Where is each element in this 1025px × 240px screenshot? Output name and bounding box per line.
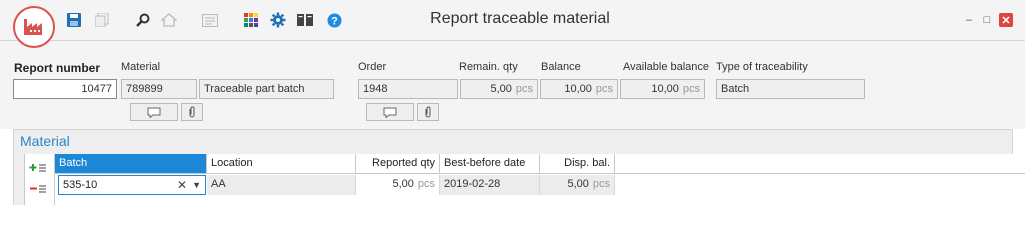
available-balance-field: 10,00 pcs [620,79,705,99]
minimize-button[interactable]: – [962,13,976,27]
order-label: Order [358,61,387,73]
remain-qty-value: 5,00 [490,83,512,95]
restore-button[interactable]: □ [980,13,994,27]
disp-bal-cell: 5,00 pcs [540,175,615,195]
batch-combobox[interactable]: 535-10 ✕ ▼ [58,175,206,195]
report-number-field[interactable]: 10477 [13,79,117,99]
material-comment-button[interactable] [130,103,178,121]
balance-field: 10,00 pcs [540,79,618,99]
remain-qty-label: Remain. qty [459,61,518,73]
disp-bal-value: 5,00 [567,178,589,190]
add-row-icon[interactable] [29,162,47,177]
comment-icon [383,107,397,118]
unit-label: pcs [417,178,435,190]
home-icon [161,12,177,28]
close-button[interactable]: ✕ [999,13,1013,27]
order-field[interactable]: 1948 [358,79,458,99]
column-header-reported-qty[interactable]: Reported qty [356,154,440,174]
unit-label: pcs [515,83,533,95]
column-header-location[interactable]: Location [207,154,356,174]
column-header-batch[interactable]: Batch [55,154,207,174]
save-icon[interactable] [66,12,82,28]
unit-label: pcs [592,178,610,190]
material-code-field[interactable]: 789899 [121,79,197,99]
location-cell[interactable]: AA [207,175,356,195]
unit-label: pcs [682,83,700,95]
window-title: Report traceable material [430,10,610,27]
unit-label: pcs [595,83,613,95]
chevron-down-icon[interactable]: ▼ [192,176,201,194]
column-header-disp-bal[interactable]: Disp. bal. [540,154,615,174]
attachment-icon [425,106,431,118]
column-header-best-before[interactable]: Best-before date [440,154,540,174]
material-name-field: Traceable part batch [199,79,334,99]
material-panel-title: Material [20,133,70,149]
traceability-field: Batch [716,79,865,99]
balance-value: 10,00 [564,83,592,95]
copy-icon [94,12,110,28]
search-icon[interactable] [135,12,151,28]
column-header-filler [615,154,1025,174]
available-balance-label: Available balance [623,61,710,73]
order-comment-button[interactable] [366,103,414,121]
settings-icon[interactable] [270,12,286,28]
row-tools [24,154,55,205]
comment-icon [147,107,161,118]
balance-label: Balance [541,61,581,73]
best-before-cell[interactable]: 2019-02-28 [440,175,540,195]
factory-icon[interactable] [13,6,55,48]
material-label: Material [121,61,161,73]
reported-qty-value: 5,00 [392,178,414,190]
clear-icon[interactable]: ✕ [177,176,187,194]
remove-row-icon[interactable] [29,183,47,198]
traceability-label: Type of traceability [716,61,808,73]
form-icon [202,12,218,28]
available-balance-value: 10,00 [651,83,679,95]
order-attachment-button[interactable] [417,103,439,121]
reported-qty-cell[interactable]: 5,00 pcs [356,175,440,195]
grid-icon[interactable] [243,12,259,28]
material-attachment-button[interactable] [181,103,203,121]
report-number-label: Report number [14,61,101,75]
remain-qty-field: 5,00 pcs [460,79,538,99]
attachment-icon [189,106,195,118]
batch-value: 535-10 [63,179,98,191]
